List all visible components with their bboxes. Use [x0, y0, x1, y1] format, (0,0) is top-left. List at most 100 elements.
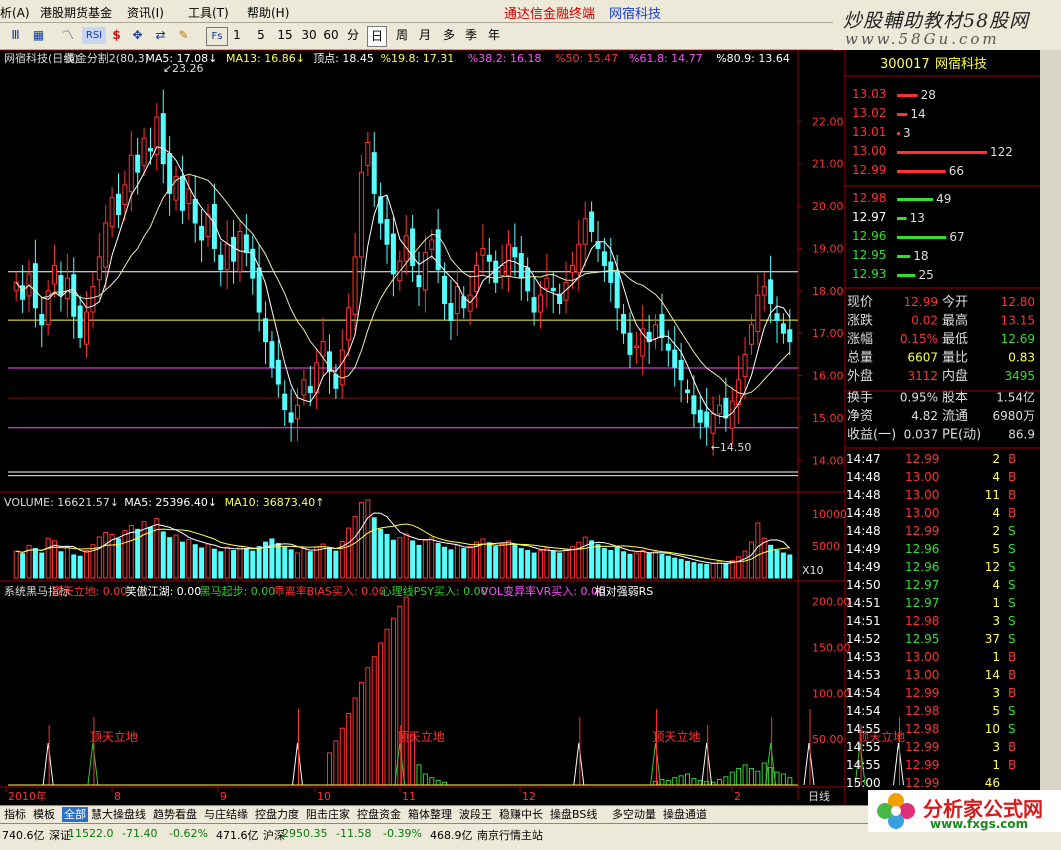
tab-day[interactable]: 日	[367, 26, 387, 47]
tick-price: 12.96	[905, 542, 939, 556]
volume-bar	[505, 540, 511, 579]
period-30min[interactable]: 30	[300, 26, 318, 45]
swap-icon[interactable]: ⇄	[152, 27, 169, 44]
stat-label: 流通	[942, 409, 968, 424]
tab-month[interactable]: 月	[416, 26, 434, 45]
price-header-level: %50: 15.47	[555, 52, 618, 65]
volume-bar	[135, 528, 141, 579]
volume-bar	[627, 553, 633, 579]
fs-icon[interactable]: Fs	[206, 27, 228, 46]
candle-body	[218, 254, 224, 271]
candle-body	[20, 285, 26, 300]
rsi-icon[interactable]: RSI	[82, 27, 106, 44]
volume-bar	[307, 551, 313, 579]
dollar-icon[interactable]: $	[108, 27, 125, 44]
candle-body	[653, 324, 659, 339]
tick-time: 14:54	[846, 686, 881, 700]
volume-bar	[282, 546, 288, 579]
volume-bar	[659, 553, 665, 579]
bottom-tab-9[interactable]: 箱体整理	[408, 807, 452, 822]
signal-label: 顶天立地	[90, 729, 138, 744]
period-15min[interactable]: 15	[276, 26, 294, 45]
period-5min[interactable]: 5	[254, 26, 268, 45]
volume-bar	[154, 517, 160, 579]
bottom-tab-6[interactable]: 控盘力度	[255, 807, 299, 822]
menu-info[interactable]: 资讯(I)	[127, 4, 164, 21]
candle-body	[186, 188, 192, 205]
stat-label: 今开	[942, 294, 968, 310]
pencil-icon[interactable]: ✎	[175, 27, 192, 44]
bottom-tab-1[interactable]: 模板	[33, 807, 55, 822]
chart-area[interactable]: 2010年 8 9 10 11 12 2 日线 ↙23.26←14.5022.0021.002…	[0, 50, 1061, 822]
candle-body	[576, 243, 582, 273]
tick-time: 14:53	[846, 668, 881, 682]
ind-bar	[346, 713, 352, 786]
ind-header-item: VOL变异率VR买入: 0.00	[481, 584, 605, 598]
candle-body	[621, 314, 627, 334]
candle-body	[582, 218, 588, 245]
volume-bar	[595, 544, 601, 579]
bottom-tab-12[interactable]: 操盘BS线	[550, 807, 597, 822]
candle-body	[531, 297, 537, 313]
ind-bar	[339, 727, 345, 786]
period-60min[interactable]: 60	[322, 26, 340, 45]
volume-bar	[486, 542, 492, 579]
volume-bar	[173, 534, 179, 579]
chart-icon[interactable]: 〽	[58, 27, 78, 44]
volume-bar	[614, 546, 620, 579]
candle-body	[307, 386, 313, 394]
status-item-11: 南京行情主站	[477, 829, 543, 842]
tab-multi[interactable]: 多	[440, 26, 458, 45]
menu-tools[interactable]: 工具(T)	[188, 4, 229, 21]
bottom-tab-3[interactable]: 慧大操盘线	[91, 807, 146, 822]
period-minute[interactable]: 分	[346, 26, 360, 45]
menu-help[interactable]: 帮助(H)	[247, 4, 289, 21]
bid-bar	[897, 274, 916, 277]
volume-bar	[333, 550, 339, 579]
bottom-tab-5[interactable]: 与庄结缘	[204, 807, 248, 822]
bid-price: 12.93	[852, 267, 886, 281]
bottom-tab-0[interactable]: 指标	[4, 807, 26, 822]
history-icon[interactable]: Ⅲ	[7, 27, 24, 44]
volume-bar	[13, 550, 19, 579]
status-item-5: 471.6亿	[216, 829, 259, 842]
candle-body	[301, 379, 307, 396]
candle-body	[115, 193, 121, 216]
bottom-tab-13[interactable]: 多空动量	[612, 807, 656, 822]
volume-bar	[525, 549, 531, 579]
period-1min[interactable]: 1	[230, 26, 244, 45]
menu-analysis[interactable]: 析(A)	[0, 4, 30, 21]
status-item-2: 11522.0	[68, 827, 114, 840]
candle-body	[192, 198, 198, 224]
volume-bar	[122, 530, 128, 579]
grid-icon[interactable]: ▦	[30, 27, 47, 44]
tab-season[interactable]: 季	[462, 26, 480, 45]
volume-bar	[231, 549, 237, 579]
move-icon[interactable]: ✥	[129, 27, 146, 44]
bottom-tab-2[interactable]: 全部	[62, 807, 88, 822]
tab-week[interactable]: 周	[393, 26, 411, 45]
price-axis-label: 22.00	[812, 115, 844, 128]
ind-bar	[390, 617, 396, 786]
status-item-3: -71.40	[122, 827, 158, 840]
ind-axis-label: 100.00	[812, 687, 851, 700]
tick-price: 12.99	[905, 740, 939, 754]
volume-bar	[147, 526, 153, 579]
tick-vol: 4	[992, 506, 1000, 520]
volume-bar	[608, 549, 614, 579]
volume-bar	[186, 539, 192, 579]
menu-hk-futures[interactable]: 港股期货基金	[40, 4, 112, 21]
bottom-tab-7[interactable]: 阻击庄家	[306, 807, 350, 822]
candle-body	[275, 359, 281, 385]
x-axis-label: 10	[317, 790, 331, 803]
bottom-tab-4[interactable]: 趋势看盘	[153, 807, 197, 822]
tab-year[interactable]: 年	[485, 26, 503, 45]
bottom-tab-10[interactable]: 波段王	[459, 807, 492, 822]
bottom-tab-8[interactable]: 控盘资金	[357, 807, 401, 822]
volume-bar	[518, 548, 524, 579]
vol-header-ma5: MA5: 25396.40↓	[124, 496, 217, 509]
ask-price: 12.99	[852, 163, 886, 177]
bottom-tab-11[interactable]: 稳赚中长	[499, 807, 543, 822]
watermark-title: 炒股輔助教材58股网	[843, 10, 1030, 32]
bottom-tab-14[interactable]: 操盘通道	[663, 807, 707, 822]
